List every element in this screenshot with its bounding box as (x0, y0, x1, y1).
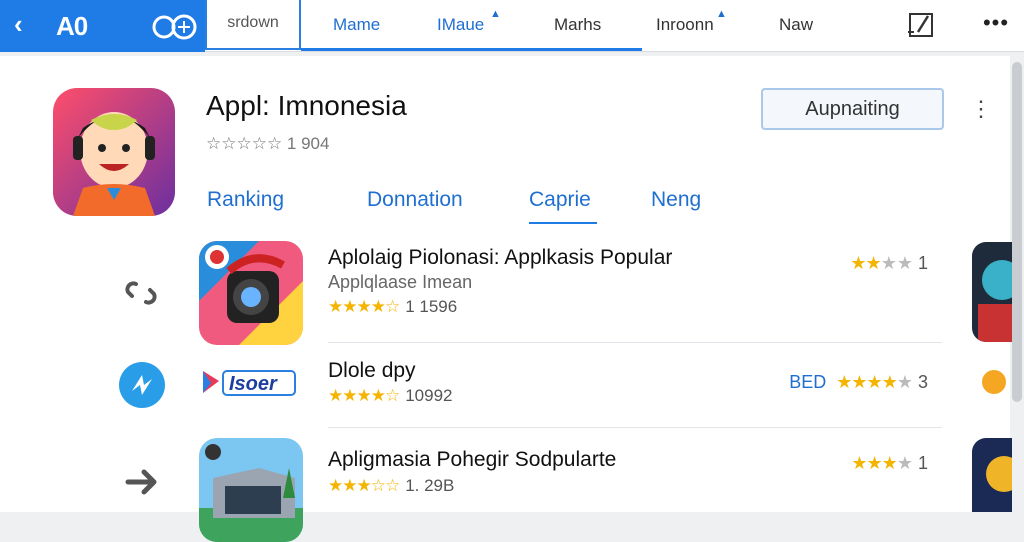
share-icon[interactable] (118, 361, 166, 409)
star-rating-empty: ★ (896, 453, 913, 473)
arrow-icon: ▲ (716, 8, 727, 20)
app-icon (53, 88, 175, 216)
row-subtitle: Applqlaase Imean (328, 272, 473, 292)
row-rating: ★★★★☆ 10992 (328, 386, 452, 406)
scrollbar[interactable] (1012, 62, 1022, 402)
chevron-left-icon[interactable]: ‹ (14, 10, 23, 38)
star-rating-empty: ★ (896, 372, 913, 392)
row-score-value: 1 (917, 453, 928, 473)
tab-inroonn[interactable]: Inroonn (656, 12, 714, 38)
forward-arrow-icon[interactable] (118, 458, 166, 506)
star-rating: ★★★ (851, 453, 897, 473)
search-tab[interactable]: srdown (205, 0, 301, 50)
star-rating: ★★★★☆ (328, 386, 400, 405)
arrow-icon: ▲ (490, 8, 501, 20)
star-rating-empty: ★★ (880, 253, 913, 273)
row-app-icon[interactable] (199, 438, 303, 542)
row-badge: BED (789, 372, 827, 392)
row-score: ★★★★ 1 (851, 453, 928, 474)
next-app-thumbnail[interactable] (972, 242, 1012, 342)
row-rating: ★★★☆☆ 1. 29B (328, 476, 454, 496)
tab-naw[interactable]: Naw (779, 12, 813, 38)
tab-mame[interactable]: Mame (333, 12, 380, 38)
star-rating: ★★★★☆ (328, 297, 400, 316)
active-subtab-indicator (529, 222, 597, 224)
row-app-logo-text: Isoer (229, 373, 278, 395)
top-bar: ‹ A0 srdown Mame IMaue ▲ Marhs Inroonn ▲… (0, 0, 1024, 52)
row-score: ★★★★ 1 (850, 253, 928, 274)
row-rating: ★★★★☆ 1 1596 (328, 297, 457, 317)
row-rating-count: 1. 29B (405, 476, 455, 495)
subtab-neng[interactable]: Neng (651, 188, 701, 212)
edit-icon[interactable] (904, 8, 938, 42)
tab-imaue[interactable]: IMaue (437, 12, 484, 38)
brand-title: A0 (56, 11, 88, 41)
subtab-caprie[interactable]: Caprie (529, 188, 591, 212)
next-app-thumbnail[interactable] (982, 370, 1006, 394)
row-title[interactable]: Apligmasia Pohegir Sodpularte (328, 448, 616, 472)
star-rating: ★★★☆☆ (328, 476, 400, 495)
app-title: Appl: Imnonesia (206, 90, 407, 121)
row-title[interactable]: Dlole dpy (328, 359, 416, 383)
divider (328, 427, 942, 428)
row-app-icon[interactable] (199, 241, 303, 345)
subtab-donnation[interactable]: Donnation (367, 188, 463, 212)
row-score-value: 3 (917, 372, 928, 392)
row-rating-count: 10992 (405, 386, 453, 405)
app-rating: ☆☆☆☆☆ 1 904 (206, 134, 330, 153)
star-rating: ★★★★ (836, 372, 898, 392)
row-score-value: 1 (917, 253, 928, 273)
row-score: BED ★★★★★ 3 (789, 372, 928, 393)
row-rating-count: 1 1596 (405, 297, 458, 316)
kebab-menu-icon[interactable]: ⋮ (970, 94, 992, 124)
star-rating: ★★ (850, 253, 881, 273)
active-tab-indicator (301, 48, 642, 51)
brand-logo-icon (152, 14, 197, 40)
tab-marhs[interactable]: Marhs (554, 12, 601, 38)
divider (328, 342, 942, 343)
link-icon[interactable] (118, 270, 166, 318)
install-button[interactable]: Aupnaiting (761, 88, 944, 130)
next-app-thumbnail[interactable] (972, 438, 1012, 538)
more-icon[interactable]: ••• (976, 8, 1016, 42)
brand-area: ‹ A0 (0, 0, 205, 52)
row-title[interactable]: Aplolaig Piolonasi: Applkasis Popular (328, 246, 672, 270)
subtab-ranking[interactable]: Ranking (207, 188, 284, 212)
app-detail-panel: Appl: Imnonesia ☆☆☆☆☆ 1 904 Aupnaiting ⋮… (0, 56, 1012, 542)
